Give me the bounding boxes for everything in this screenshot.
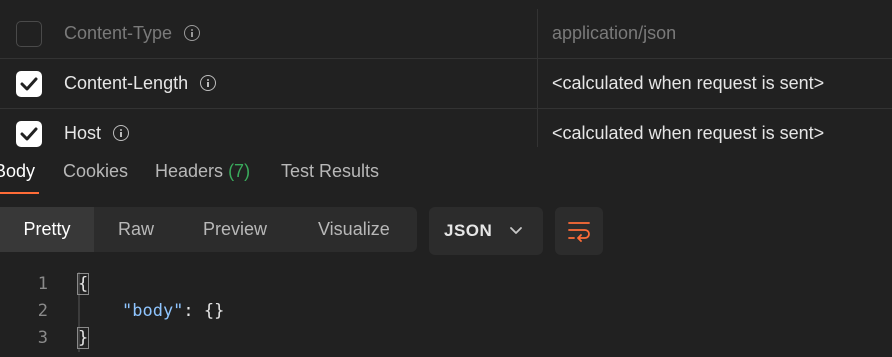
line-number: 1	[37, 274, 48, 294]
info-icon[interactable]	[200, 75, 217, 91]
tab-headers-label: Headers	[155, 161, 224, 181]
format-value: JSON	[444, 221, 493, 240]
response-body-viewer[interactable]: 1 2 3 { "body": {} }	[0, 268, 892, 357]
view-mode-visualize[interactable]: Visualize	[318, 207, 390, 252]
checkbox-content-length[interactable]	[16, 71, 42, 97]
header-key: Content-Length	[64, 73, 189, 93]
header-key: Content-Type	[64, 23, 173, 43]
header-value: <calculated when request is sent>	[552, 123, 825, 143]
checkbox-host[interactable]	[16, 121, 42, 147]
header-value[interactable]: application/json	[552, 23, 676, 44]
column-divider	[537, 109, 538, 147]
chevron-down-icon	[510, 227, 522, 234]
tab-headers[interactable]: Headers (7)	[155, 161, 250, 182]
view-mode-raw[interactable]: Raw	[118, 207, 154, 252]
json-value: {}	[203, 301, 225, 321]
line-number: 3	[37, 328, 48, 348]
headers-count-badge: (7)	[228, 161, 251, 181]
code-line: "body": {}	[122, 301, 224, 321]
close-brace: }	[76, 327, 90, 349]
tab-cookies[interactable]: Cookies	[63, 161, 128, 182]
open-brace: {	[76, 273, 90, 295]
wrap-lines-icon	[568, 222, 590, 242]
header-value: <calculated when request is sent>	[552, 73, 825, 93]
json-colon: :	[183, 301, 204, 321]
checkbox-content-type[interactable]	[16, 21, 42, 47]
view-mode-selector: Pretty Raw Preview Visualize	[0, 207, 417, 252]
info-icon[interactable]	[113, 125, 130, 141]
column-divider	[537, 59, 538, 108]
format-dropdown[interactable]: JSON	[429, 207, 543, 255]
line-number: 2	[37, 301, 48, 321]
header-row-content-type: Content-Type application/json	[0, 9, 892, 59]
tab-test-results[interactable]: Test Results	[281, 161, 379, 182]
header-row-content-length: Content-Length <calculated when request …	[0, 59, 892, 109]
info-icon[interactable]	[184, 25, 201, 41]
view-mode-preview[interactable]: Preview	[203, 207, 267, 252]
column-divider	[537, 9, 538, 58]
header-key: Host	[64, 123, 102, 143]
check-icon	[20, 127, 38, 141]
check-icon	[20, 77, 38, 91]
wrap-lines-button[interactable]	[555, 207, 603, 255]
view-mode-pretty[interactable]: Pretty	[0, 207, 94, 252]
json-key: "body"	[122, 301, 184, 321]
response-tabs: Body Cookies Headers (7) Test Results	[0, 148, 892, 196]
header-row-host: Host <calculated when request is sent>	[0, 109, 892, 147]
active-tab-indicator	[0, 192, 39, 194]
tab-body[interactable]: Body	[0, 161, 35, 182]
